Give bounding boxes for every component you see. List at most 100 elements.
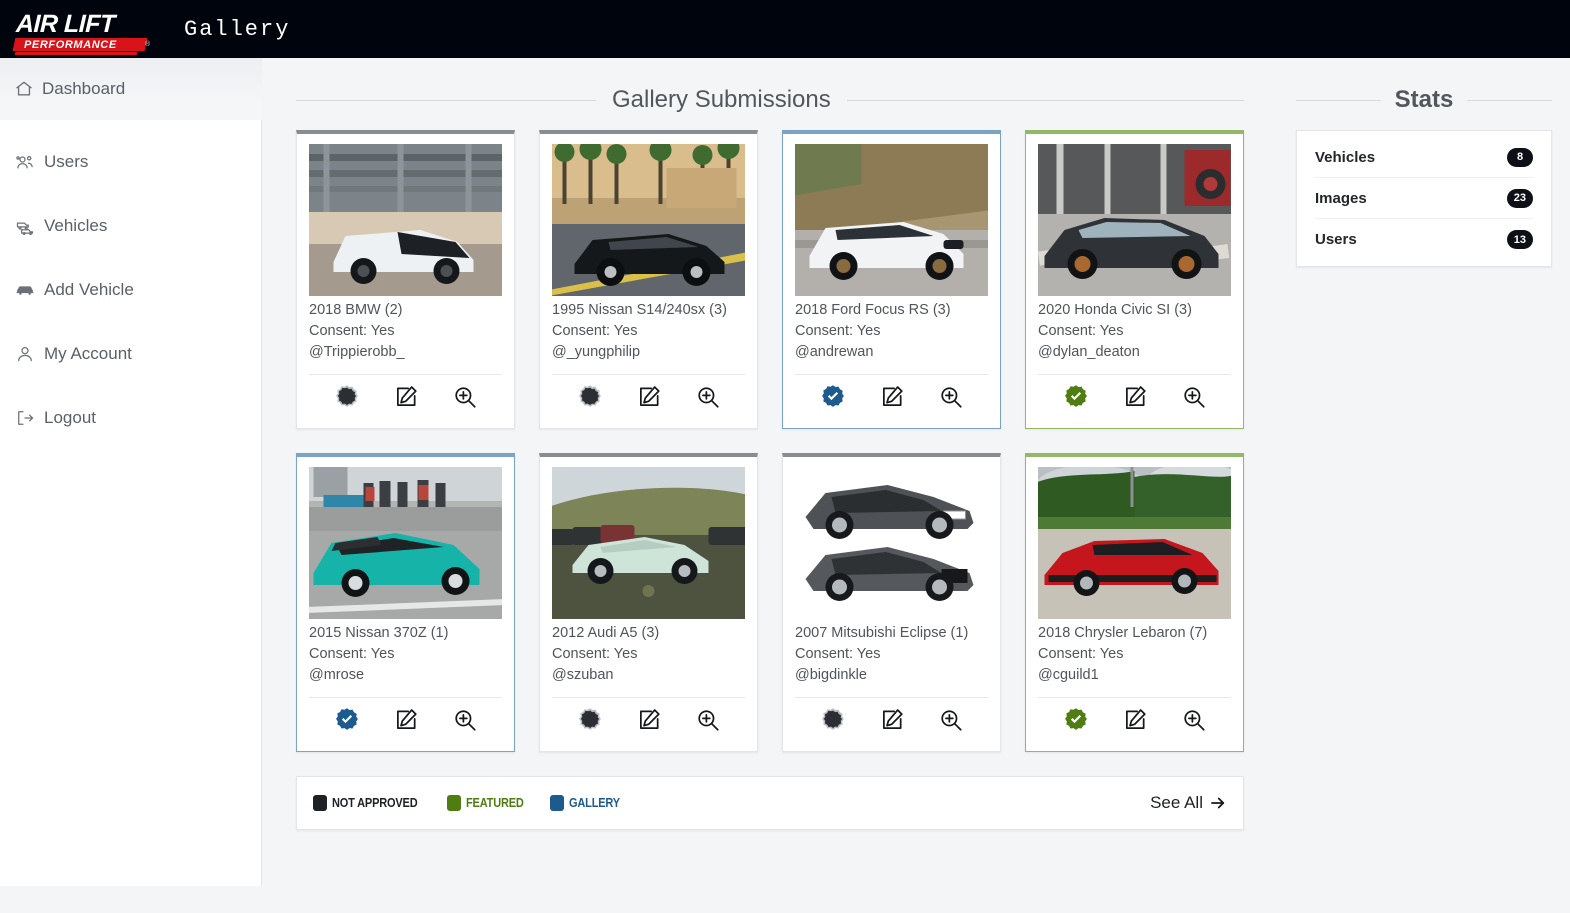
gallery-card[interactable]: 2020 Honda Civic SI (3) Consent: Yes @dy… — [1025, 130, 1244, 429]
gallery-card[interactable]: 2015 Nissan 370Z (1) Consent: Yes @mrose — [296, 453, 515, 752]
card-actions — [552, 375, 745, 420]
vehicle-thumbnail[interactable] — [552, 467, 745, 619]
stats-rule-left — [1296, 99, 1381, 101]
vehicle-title: 2018 Ford Focus RS (3) — [795, 302, 951, 318]
users-icon — [15, 152, 35, 172]
zoom-magnifier-plus-icon[interactable] — [1181, 707, 1207, 733]
rule-left — [296, 99, 596, 101]
vehicle-thumbnail[interactable] — [309, 144, 502, 296]
legend-bar: NOT APPROVED FEATURED GALLERY See All — [296, 776, 1244, 830]
vehicle-thumbnail[interactable] — [795, 144, 988, 296]
edit-pen-square-icon[interactable] — [636, 384, 662, 410]
vehicle-thumbnail[interactable] — [1038, 144, 1231, 296]
legend-swatch-featured — [447, 795, 462, 811]
sidebar-item-add-vehicle[interactable]: Add Vehicle — [0, 258, 261, 322]
gallery-card[interactable]: 2012 Audi A5 (3) Consent: Yes @szuban — [539, 453, 758, 752]
zoom-magnifier-plus-icon[interactable] — [1181, 384, 1207, 410]
approve-badge-icon[interactable] — [334, 384, 360, 410]
vehicle-thumbnail[interactable] — [552, 144, 745, 296]
approve-badge-icon[interactable] — [577, 707, 603, 733]
approve-badge-icon[interactable] — [1063, 707, 1089, 733]
zoom-magnifier-plus-icon[interactable] — [452, 384, 478, 410]
see-all-link[interactable]: See All — [1150, 793, 1227, 813]
consent-text: Consent: Yes — [795, 646, 881, 662]
main-content: Gallery Submissions 2018 BMW (2) Consent… — [262, 58, 1278, 913]
gallery-card[interactable]: 2018 BMW (2) Consent: Yes @Trippierobb_ — [296, 130, 515, 429]
gallery-card[interactable]: 1995 Nissan S14/240sx (3) Consent: Yes @… — [539, 130, 758, 429]
rule-right — [846, 99, 1244, 101]
zoom-magnifier-plus-icon[interactable] — [695, 384, 721, 410]
logo-red-underbar — [14, 52, 138, 55]
sidebar-item-label: Logout — [44, 408, 96, 427]
stat-count-badge: 8 — [1507, 147, 1533, 167]
stats-rule-right — [1467, 99, 1552, 101]
sidebar-item-vehicles[interactable]: Vehicles — [0, 194, 261, 258]
sidebar-item-label: Users — [44, 152, 89, 171]
approve-badge-icon[interactable] — [577, 384, 603, 410]
sidebar-item-users[interactable]: Users — [0, 130, 261, 194]
owner-handle: @bigdinkle — [795, 667, 867, 683]
stats-title: Stats — [1394, 86, 1454, 113]
zoom-magnifier-plus-icon[interactable] — [695, 707, 721, 733]
arrow-right-icon — [1209, 794, 1227, 812]
consent-text: Consent: Yes — [309, 646, 395, 662]
vehicle-thumbnail[interactable] — [309, 467, 502, 619]
legend-items: NOT APPROVED FEATURED GALLERY — [313, 795, 627, 811]
top-header-bar: AIR LIFT PERFORMANCE ® Gallery — [0, 0, 1570, 58]
see-all-label: See All — [1150, 793, 1203, 812]
stats-panel: Stats Vehicles 8 Images 23 Users 13 — [1278, 58, 1570, 267]
edit-pen-square-icon[interactable] — [879, 384, 905, 410]
gallery-card[interactable]: 2018 Ford Focus RS (3) Consent: Yes @and… — [782, 130, 1001, 429]
legend-not-approved: NOT APPROVED — [313, 795, 429, 811]
consent-text: Consent: Yes — [1038, 646, 1124, 662]
gallery-section-header: Gallery Submissions — [296, 86, 1244, 114]
zoom-magnifier-plus-icon[interactable] — [938, 384, 964, 410]
stat-row-users: Users 13 — [1315, 219, 1533, 260]
edit-pen-square-icon[interactable] — [636, 707, 662, 733]
vehicle-thumbnail[interactable] — [795, 467, 988, 619]
card-actions — [795, 698, 988, 743]
sidebar-item-label: Vehicles — [44, 216, 108, 235]
gallery-card[interactable]: 2018 Chrysler Lebaron (7) Consent: Yes @… — [1025, 453, 1244, 752]
legend-featured: FEATURED — [447, 795, 532, 811]
approve-badge-icon[interactable] — [1063, 384, 1089, 410]
gallery-card[interactable]: 2007 Mitsubishi Eclipse (1) Consent: Yes… — [782, 453, 1001, 752]
logo-registered-mark: ® — [145, 41, 151, 48]
logo-performance-text: PERFORMANCE — [24, 39, 117, 51]
sidebar-item-label: My Account — [44, 344, 132, 363]
edit-pen-square-icon[interactable] — [393, 707, 419, 733]
owner-handle: @szuban — [552, 667, 614, 683]
stat-label: Vehicles — [1315, 148, 1376, 166]
approve-badge-icon[interactable] — [820, 384, 846, 410]
sidebar-item-my-account[interactable]: My Account — [0, 322, 261, 386]
page-title: Gallery Submissions — [612, 86, 831, 113]
approve-badge-icon[interactable] — [820, 707, 846, 733]
stat-row-images: Images 23 — [1315, 178, 1533, 219]
zoom-magnifier-plus-icon[interactable] — [452, 707, 478, 733]
logout-icon — [15, 408, 35, 428]
home-icon — [14, 79, 34, 99]
logo-airlift-text: AIR LIFT — [15, 10, 116, 38]
stat-label: Users — [1315, 231, 1357, 248]
zoom-magnifier-plus-icon[interactable] — [938, 707, 964, 733]
vehicle-title: 2015 Nissan 370Z (1) — [309, 625, 449, 641]
consent-text: Consent: Yes — [795, 323, 881, 339]
edit-pen-square-icon[interactable] — [1122, 707, 1148, 733]
stat-label: Images — [1315, 189, 1367, 207]
card-actions — [309, 698, 502, 743]
gallery-grid: 2018 BMW (2) Consent: Yes @Trippierobb_ — [296, 130, 1244, 752]
consent-text: Consent: Yes — [552, 323, 638, 339]
edit-pen-square-icon[interactable] — [879, 707, 905, 733]
edit-pen-square-icon[interactable] — [1122, 384, 1148, 410]
card-actions — [309, 375, 502, 420]
breadcrumb-dashboard[interactable]: Dashboard — [14, 79, 125, 99]
sidebar-item-logout[interactable]: Logout — [0, 386, 261, 450]
vehicle-thumbnail[interactable] — [1038, 467, 1231, 619]
card-actions — [552, 698, 745, 743]
owner-handle: @mrose — [309, 667, 365, 683]
edit-pen-square-icon[interactable] — [393, 384, 419, 410]
cars-icon — [15, 216, 35, 236]
approve-badge-icon[interactable] — [334, 707, 360, 733]
car-icon — [15, 280, 35, 300]
air-lift-performance-logo[interactable]: AIR LIFT PERFORMANCE ® — [12, 8, 154, 55]
